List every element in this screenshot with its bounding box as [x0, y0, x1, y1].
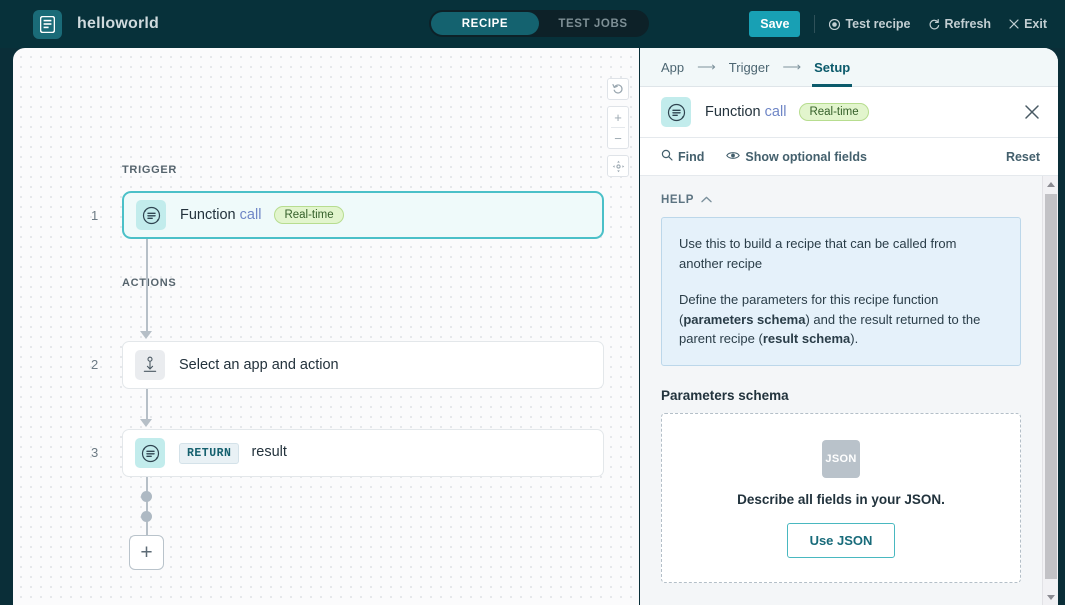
step-card-select-app[interactable]: Select an app and action	[122, 341, 604, 389]
test-recipe-button[interactable]: Test recipe	[829, 17, 911, 31]
panel-body: HELP Use this to build a recipe that can…	[640, 176, 1042, 605]
recipe-function-icon	[135, 438, 165, 468]
parameters-schema-dropzone[interactable]: JSON Describe all fields in your JSON. U…	[661, 412, 1021, 583]
tab-setup[interactable]: Setup	[812, 48, 853, 87]
find-label: Find	[678, 149, 705, 164]
json-file-icon: JSON	[822, 439, 860, 478]
exit-button[interactable]: Exit	[1009, 17, 1047, 31]
step-number: 3	[91, 445, 99, 460]
connector-dot	[141, 511, 152, 522]
connector-line	[146, 389, 148, 423]
eye-icon	[726, 150, 741, 164]
tab-recipe[interactable]: RECIPE	[431, 12, 539, 35]
app-logo-icon[interactable]	[33, 9, 62, 39]
reset-button[interactable]: Reset	[1006, 150, 1040, 164]
breadcrumb-arrow-icon: ⟶	[697, 59, 716, 74]
connector-line	[146, 239, 148, 335]
top-actions: Save Test recipe Refresh Exit	[749, 0, 1051, 48]
step-card-return[interactable]: RETURN result	[122, 429, 604, 477]
use-json-button[interactable]: Use JSON	[786, 522, 896, 558]
zoom-out-button[interactable]: −	[608, 128, 628, 148]
scroll-down-icon[interactable]	[1043, 589, 1058, 605]
panel-title: Function call Real-time	[705, 103, 869, 121]
refresh-button[interactable]: Refresh	[929, 17, 992, 31]
step-number: 2	[91, 357, 99, 372]
fit-to-screen-group	[607, 155, 629, 177]
recipe-canvas[interactable]: + − TRIGGER ACTIONS 1 Function call Real…	[13, 48, 639, 605]
zoom-controls: + −	[607, 78, 629, 183]
breadcrumb: App ⟶ Trigger ⟶ Setup	[640, 48, 1058, 87]
recipe-function-icon	[136, 200, 166, 230]
tab-app[interactable]: App	[661, 48, 684, 87]
show-optional-fields-button[interactable]: Show optional fields	[726, 150, 867, 164]
help-p2-bold-2: result schema	[762, 331, 851, 346]
page-title: helloworld	[77, 15, 159, 32]
connector-line	[146, 477, 148, 537]
status-badge: Real-time	[799, 103, 869, 121]
scroll-up-icon[interactable]	[1043, 176, 1058, 192]
panel-title-main: Function	[705, 104, 761, 120]
step-title: Select an app and action	[179, 357, 339, 373]
step-title: Function call Real-time	[180, 206, 344, 224]
fit-to-screen-icon[interactable]	[608, 156, 628, 176]
help-section-toggle[interactable]: HELP	[661, 194, 1021, 206]
refresh-label: Refresh	[944, 17, 992, 31]
close-panel-button[interactable]	[1024, 104, 1040, 120]
brand: helloworld	[33, 9, 159, 39]
refresh-icon	[929, 18, 940, 30]
add-step-button[interactable]: +	[129, 535, 164, 570]
breadcrumb-arrow-icon: ⟶	[782, 59, 802, 74]
step-title-sub: call	[239, 207, 262, 223]
insert-action-icon	[135, 350, 165, 380]
panel-scrollbar[interactable]	[1042, 176, 1058, 605]
step-number: 1	[91, 208, 99, 223]
step-title: RETURN result	[179, 442, 287, 464]
help-info-box: Use this to build a recipe that can be c…	[661, 217, 1021, 366]
panel-title-sub: call	[764, 104, 787, 120]
test-recipe-label: Test recipe	[845, 17, 911, 31]
help-p2-part-c: ).	[850, 331, 859, 346]
parameters-schema-label: Parameters schema	[661, 387, 789, 403]
dropzone-description: Describe all fields in your JSON.	[737, 491, 945, 507]
mode-toggle: RECIPE TEST JOBS	[429, 10, 649, 37]
trigger-section-label: TRIGGER	[122, 164, 178, 176]
step-config-panel: App ⟶ Trigger ⟶ Setup Function call Real…	[640, 48, 1058, 605]
recipe-function-icon	[661, 97, 691, 127]
search-icon	[661, 149, 673, 164]
save-button[interactable]: Save	[749, 11, 801, 37]
help-paragraph-2: Define the parameters for this recipe fu…	[679, 290, 1003, 349]
actions-section-label: ACTIONS	[122, 277, 177, 289]
panel-header: Function call Real-time	[640, 87, 1058, 138]
show-optional-fields-label: Show optional fields	[745, 149, 867, 164]
scrollbar-thumb[interactable]	[1045, 194, 1057, 579]
tab-trigger[interactable]: Trigger	[729, 48, 770, 87]
tab-test-jobs[interactable]: TEST JOBS	[539, 12, 647, 35]
step-title-main: Function	[180, 207, 236, 223]
exit-label: Exit	[1024, 17, 1047, 31]
zoom-reset-group	[607, 78, 629, 100]
panel-toolbar: Find Show optional fields Reset	[640, 138, 1058, 176]
connector-arrow	[140, 331, 152, 339]
undo-circle-icon[interactable]	[608, 79, 628, 99]
connector-arrow	[140, 419, 152, 427]
play-circle-icon	[829, 18, 841, 30]
zoom-in-button[interactable]: +	[608, 107, 628, 127]
step-card-trigger[interactable]: Function call Real-time	[122, 191, 604, 239]
return-chip: RETURN	[179, 442, 240, 464]
close-x-icon	[1009, 19, 1019, 29]
zoom-in-out-group: + −	[607, 106, 629, 149]
connector-dot	[141, 491, 152, 502]
divider	[814, 15, 816, 33]
chevron-up-icon	[701, 194, 712, 206]
help-paragraph-1: Use this to build a recipe that can be c…	[679, 236, 957, 271]
help-p2-bold-1: parameters schema	[683, 311, 806, 327]
find-button[interactable]: Find	[661, 149, 704, 164]
help-label: HELP	[661, 194, 695, 206]
return-value: result	[251, 443, 287, 460]
status-badge: Real-time	[274, 206, 344, 224]
top-bar: helloworld RECIPE TEST JOBS Save Test re…	[0, 0, 1065, 48]
